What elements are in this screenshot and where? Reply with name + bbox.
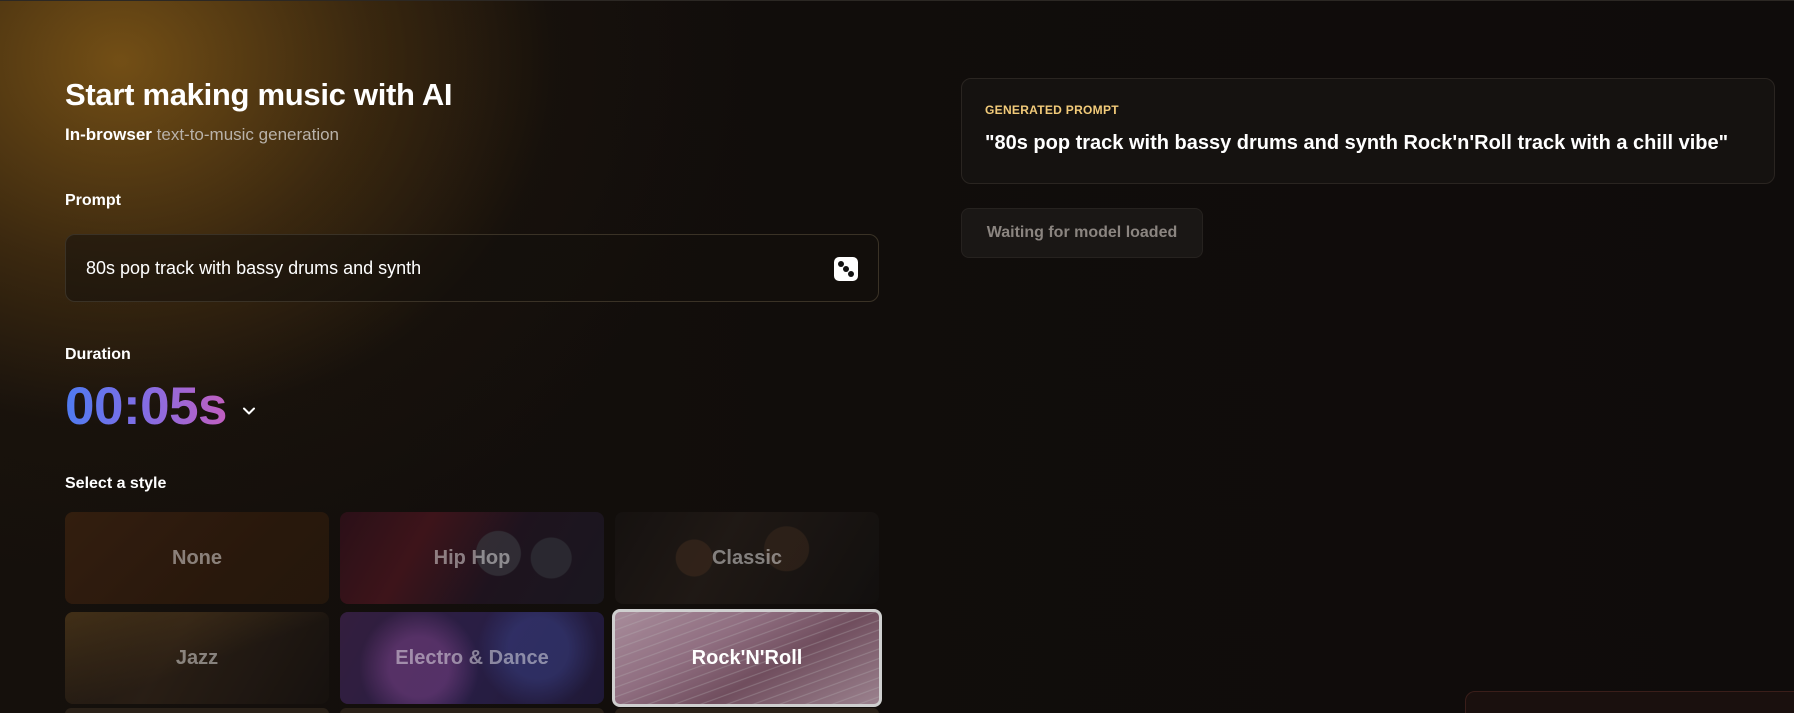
style-tile-none[interactable]: None [65,512,329,604]
style-tile-label: Jazz [175,646,219,669]
duration-label: Duration [65,346,131,363]
dice-icon[interactable] [834,257,858,281]
style-tile-classic[interactable]: Classic [615,512,879,604]
bottom-right-panel [1465,691,1794,713]
style-tile-label: Electro & Dance [395,646,549,669]
style-tile-rock-n-roll[interactable]: Rock'N'Roll [612,609,882,707]
app-page: Start making music with AI In-browser te… [0,0,1794,713]
page-title: Start making music with AI [65,77,453,112]
style-tile-partial[interactable] [340,708,604,713]
prompt-field [65,234,879,302]
style-tile-label: Classic [711,546,783,569]
style-tile-partial[interactable] [65,708,329,713]
model-status-button[interactable]: Waiting for model loaded [961,208,1203,258]
generated-prompt-card: GENERATED PROMPT "80s pop track with bas… [961,78,1775,184]
prompt-label: Prompt [65,192,121,209]
chevron-down-icon[interactable] [241,403,257,419]
style-tile-jazz[interactable]: Jazz [65,612,329,704]
model-status-text: Waiting for model loaded [986,224,1178,241]
style-tile-label: Rock'N'Roll [691,646,803,669]
style-tile-label: None [172,546,222,569]
style-tile-label: Hip Hop [433,546,511,569]
generated-prompt-label: GENERATED PROMPT [985,103,1119,117]
style-tile-electro-dance[interactable]: Electro & Dance [340,612,604,704]
page-subtitle: In-browser text-to-music generation [65,125,339,145]
generated-prompt-text: "80s pop track with bassy drums and synt… [985,132,1729,154]
duration-selector[interactable]: 00:05s [65,379,257,435]
style-tile-hip-hop[interactable]: Hip Hop [340,512,604,604]
style-label: Select a style [65,475,167,492]
duration-value[interactable]: 00:05s [65,379,228,435]
subtitle-highlight: In-browser [65,125,152,144]
prompt-input[interactable] [86,235,786,301]
subtitle-text: text-to-music generation [156,125,340,144]
style-tile-partial[interactable] [615,708,879,713]
